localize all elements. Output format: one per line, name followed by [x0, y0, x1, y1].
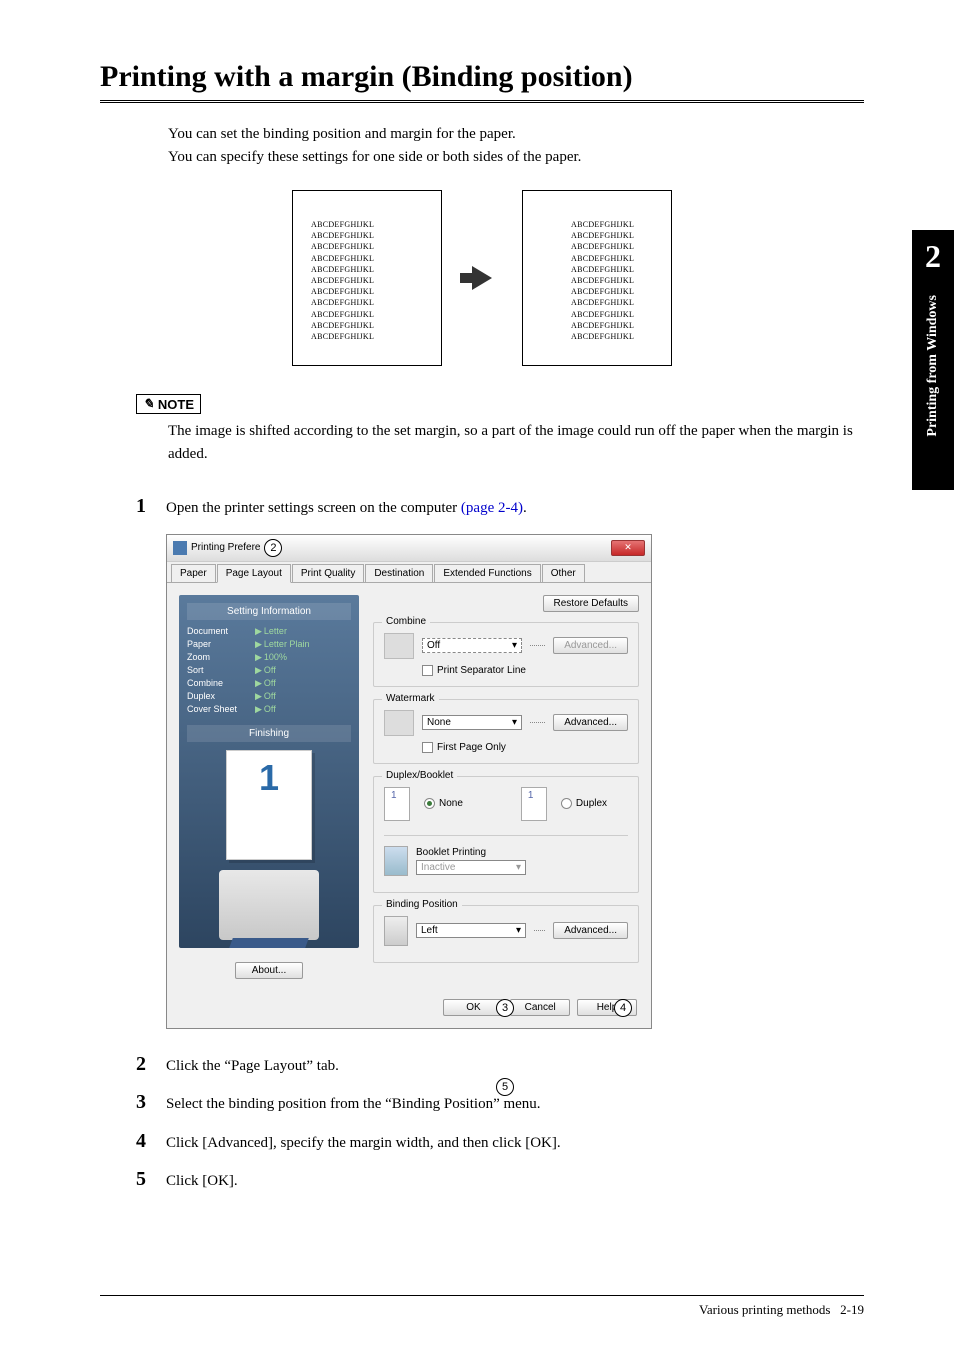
step-2: 2 Click the “Page Layout” tab. [136, 1053, 864, 1078]
tab-page-layout[interactable]: Page Layout [217, 564, 291, 583]
intro-block: You can set the binding position and mar… [168, 123, 864, 168]
watermark-dropdown[interactable]: None▾ [422, 715, 522, 730]
footer-page-number: 2-19 [840, 1302, 864, 1317]
combine-group: Combine Off▾ Advanced... Print Separator… [373, 622, 639, 687]
radio-icon [424, 798, 435, 809]
printing-preferences-dialog: Printing Prefere 2 ✕ Paper Page Layout P… [166, 534, 652, 1029]
duplex-none-radio[interactable]: None [424, 798, 463, 809]
watermark-label: Watermark [382, 693, 439, 704]
step-4-number: 4 [136, 1130, 166, 1153]
binding-advanced-button[interactable]: Advanced... [553, 922, 628, 939]
first-page-only-checkbox[interactable]: First Page Only [422, 742, 628, 753]
callout-3: 3 [496, 999, 514, 1017]
footer-divider [100, 1295, 864, 1296]
step-5-number: 5 [136, 1168, 166, 1191]
booklet-icon [384, 846, 408, 876]
finishing-preview: 1 [226, 750, 312, 860]
chapter-tab: 2 Printing from Windows [912, 230, 954, 490]
step-4: 4 Click [Advanced], specify the margin w… [136, 1130, 864, 1155]
intro-line-2: You can specify these settings for one s… [168, 146, 864, 169]
none-page-icon [384, 787, 410, 821]
diagram-page-before: ABCDEFGHIJKL ABCDEFGHIJKL ABCDEFGHIJKL A… [292, 190, 442, 366]
dialog-footer: OK Cancel Help [167, 991, 651, 1028]
dialog-title: Printing Prefere [191, 542, 260, 553]
chevron-down-icon: ▾ [516, 925, 521, 936]
duplex-duplex-radio[interactable]: Duplex [561, 798, 607, 809]
combine-label: Combine [382, 616, 430, 627]
binding-position-label: Binding Position [382, 899, 462, 910]
note-text: The image is shifted according to the se… [168, 420, 864, 465]
margin-diagram: ABCDEFGHIJKL ABCDEFGHIJKL ABCDEFGHIJKL A… [100, 190, 864, 366]
tab-print-quality[interactable]: Print Quality [292, 564, 364, 582]
combine-icon [384, 633, 414, 659]
tab-other[interactable]: Other [542, 564, 585, 582]
callout-5: 5 [496, 1078, 514, 1096]
tab-paper[interactable]: Paper [171, 564, 216, 582]
close-button[interactable]: ✕ [611, 540, 645, 556]
setting-info-header: Setting Information [187, 603, 351, 620]
duplex-booklet-group: Duplex/Booklet None Duplex Bo [373, 776, 639, 893]
binding-position-dropdown[interactable]: Left▾ [416, 923, 526, 938]
chevron-down-icon: ▾ [512, 640, 517, 651]
watermark-advanced-button[interactable]: Advanced... [553, 714, 628, 731]
step-5: 5 Click [OK]. [136, 1168, 864, 1193]
tab-strip: Paper Page Layout Print Quality Destinat… [167, 562, 651, 583]
tab-destination[interactable]: Destination [365, 564, 433, 582]
step-1-text: Open the printer settings screen on the … [166, 495, 527, 520]
intro-line-1: You can set the binding position and mar… [168, 123, 864, 146]
chevron-down-icon: ▾ [516, 862, 521, 873]
note-label: NOTE [158, 397, 194, 412]
step-3-number: 3 [136, 1091, 166, 1114]
callout-2: 2 [264, 539, 282, 557]
arrow-right-icon [472, 266, 492, 290]
watermark-group: Watermark None▾ Advanced... First Page O… [373, 699, 639, 764]
booklet-printing-dropdown[interactable]: Inactive▾ [416, 860, 526, 875]
printer-icon [219, 870, 319, 940]
step-2-text: Click the “Page Layout” tab. [166, 1053, 339, 1078]
setting-information-panel: Setting Information Document▶Letter Pape… [179, 595, 359, 948]
step-4-text: Click [Advanced], specify the margin wid… [166, 1130, 561, 1155]
diagram-page-after: ABCDEFGHIJKL ABCDEFGHIJKL ABCDEFGHIJKL A… [522, 190, 672, 366]
step-2-number: 2 [136, 1053, 166, 1076]
footer-section: Various printing methods [699, 1302, 830, 1317]
binding-icon [384, 916, 408, 946]
ok-button[interactable]: OK [443, 999, 503, 1016]
checkbox-icon [422, 665, 433, 676]
step-3-text: Select the binding position from the “Bi… [166, 1091, 541, 1116]
tab-extended-functions[interactable]: Extended Functions [434, 564, 540, 582]
left-panel: Setting Information Document▶Letter Pape… [179, 595, 359, 979]
about-button[interactable]: About... [235, 962, 303, 979]
callout-4: 4 [614, 999, 632, 1017]
page-link[interactable]: (page 2-4) [461, 500, 523, 516]
dialog-titlebar: Printing Prefere 2 ✕ [167, 535, 651, 562]
watermark-icon [384, 710, 414, 736]
finishing-header: Finishing [187, 725, 351, 742]
page-title: Printing with a margin (Binding position… [100, 60, 864, 103]
close-icon: ✕ [624, 542, 632, 553]
checkbox-icon [422, 742, 433, 753]
page-footer: Various printing methods 2-19 [699, 1302, 864, 1318]
duplex-page-icon [521, 787, 547, 821]
radio-icon [561, 798, 572, 809]
note-icon: ✎ [143, 396, 154, 412]
chevron-down-icon: ▾ [512, 717, 517, 728]
duplex-booklet-label: Duplex/Booklet [382, 770, 457, 781]
cancel-button[interactable]: Cancel [510, 999, 570, 1016]
binding-position-group: Binding Position Left▾ Advanced... [373, 905, 639, 963]
step-1-number: 1 [136, 495, 166, 518]
combine-dropdown[interactable]: Off▾ [422, 638, 522, 653]
right-panel: Restore Defaults Combine Off▾ Advanced..… [373, 595, 639, 979]
step-1: 1 Open the printer settings screen on th… [136, 495, 864, 520]
step-5-text: Click [OK]. [166, 1168, 238, 1193]
booklet-printing-label: Booklet Printing [416, 847, 628, 858]
chapter-side-label: Printing from Windows [925, 295, 941, 437]
print-separator-checkbox[interactable]: Print Separator Line [422, 665, 628, 676]
combine-advanced-button[interactable]: Advanced... [553, 637, 628, 654]
restore-defaults-button[interactable]: Restore Defaults [543, 595, 639, 612]
app-icon [173, 541, 187, 555]
note-badge: ✎ NOTE [136, 394, 201, 414]
chapter-number: 2 [925, 238, 941, 275]
